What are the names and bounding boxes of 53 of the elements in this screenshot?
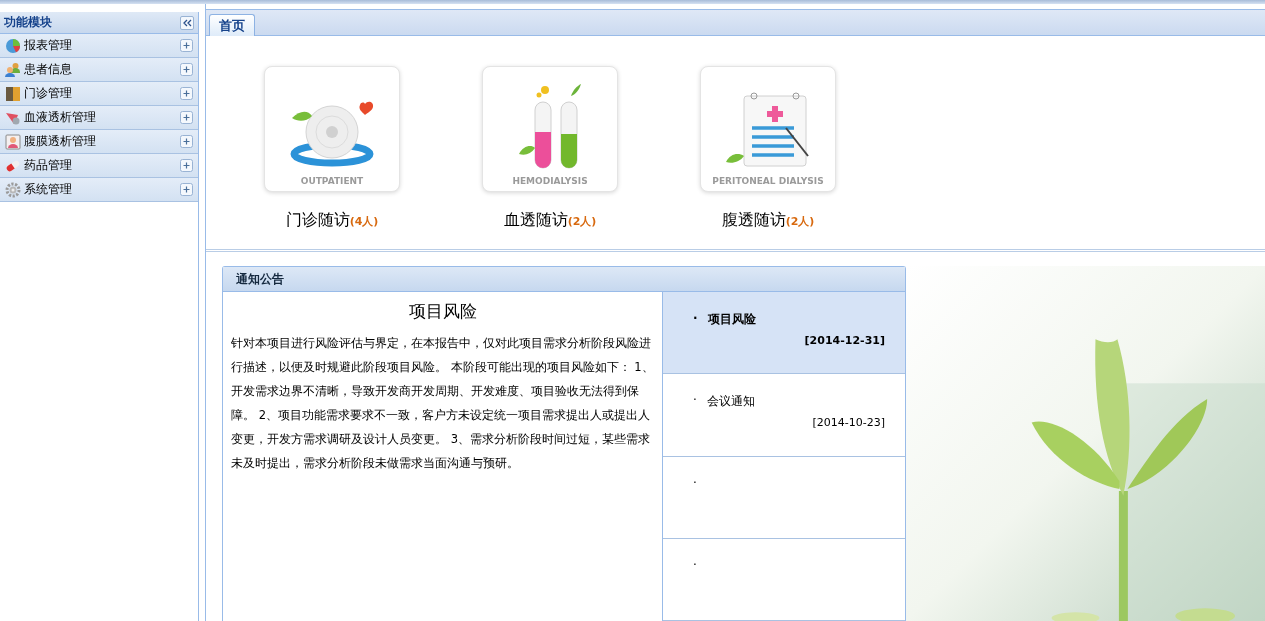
card-caption: OUTPATIENT — [300, 176, 364, 186]
sidebar-item[interactable]: 药品管理 — [0, 154, 198, 178]
expand-icon[interactable] — [180, 135, 193, 148]
sidebar-label: 腹膜透析管理 — [24, 133, 97, 150]
sidebar-item[interactable]: 门诊管理 — [0, 82, 198, 106]
collapse-button[interactable] — [180, 15, 194, 30]
sidebar-title: 功能模块 — [4, 14, 52, 31]
article-heading: 项目风险 — [407, 300, 478, 323]
card-title[interactable]: 腹透随访 — [721, 210, 786, 231]
notice-item[interactable]: · — [663, 538, 905, 621]
follow-up-count: (4人) — [349, 215, 379, 229]
sidebar-item[interactable]: 腹膜透析管理 — [0, 130, 198, 154]
bullet: · — [693, 311, 698, 327]
notice-title: 项目风险 — [707, 311, 756, 328]
notice-item[interactable]: · 项目风险 [2014-12-31] — [663, 292, 905, 375]
bullet: · — [693, 557, 697, 572]
card-title[interactable]: 门诊随访 — [285, 210, 350, 231]
sidebar-item[interactable]: 血液透析管理 — [0, 106, 198, 130]
card-caption: HEMODIALYSIS — [512, 176, 588, 186]
settings-icon — [5, 181, 21, 198]
sidebar-item[interactable]: 患者信息 — [0, 58, 198, 82]
sidebar-label: 血液透析管理 — [24, 109, 97, 126]
sidebar-label: 报表管理 — [24, 37, 73, 54]
expand-icon[interactable] — [180, 63, 193, 76]
door-icon — [5, 85, 21, 102]
expand-icon[interactable] — [180, 111, 193, 124]
article-text: 针对本项目进行风险评估与界定，在本报告中，仅对此项目需求分析阶段风险进行描述，以便及时规避此阶段项目风险。 本阶段可能出现的项目风险如下： 1、开发需求边界不清晰，导致开发商开发周期、开发难度、项目验收无法得到保障。 2、项目功能需求要求不一致，客户方未设定统一项目需求提出人或提出人变更，开发方需求调研及设计人员变更。 3、需求分析阶段时间过短，某些需求未及时提出，需求分析阶段未做需求当面沟通与预研。 — [231, 335, 654, 472]
sidebar-label: 患者信息 — [24, 61, 73, 78]
notice-date: [2014-12-31] — [803, 334, 885, 347]
sidebar-item[interactable]: 报表管理 — [0, 34, 198, 58]
pie-chart-icon — [5, 37, 21, 54]
expand-icon[interactable] — [180, 183, 193, 196]
follow-up-count: (2人) — [785, 215, 815, 229]
card-title[interactable]: 血透随访 — [503, 210, 568, 231]
notice-item[interactable]: · 会议通知 [2014-10-23] — [663, 374, 905, 457]
follow-up-count: (2人) — [567, 215, 597, 229]
tab[interactable]: 首页 — [209, 14, 255, 36]
users-icon — [5, 61, 21, 78]
sidebar-label: 门诊管理 — [24, 85, 73, 102]
sidebar-label: 系统管理 — [24, 181, 73, 198]
bullet: · — [693, 475, 697, 490]
notice-date: [2014-10-23] — [811, 416, 885, 430]
expand-icon[interactable] — [180, 39, 193, 52]
patient-icon — [5, 133, 21, 150]
notice-item[interactable]: · — [663, 456, 905, 539]
sidebar-label: 药品管理 — [24, 157, 73, 174]
expand-icon[interactable] — [180, 159, 193, 172]
panel-title: 通知公告 — [236, 270, 284, 288]
bullet: · — [693, 393, 697, 410]
expand-icon[interactable] — [180, 87, 193, 100]
card-caption: PERITONEAL DIALYSIS — [712, 176, 824, 186]
notice-title: 会议通知 — [706, 393, 755, 411]
sidebar-item[interactable]: 系统管理 — [0, 178, 198, 202]
